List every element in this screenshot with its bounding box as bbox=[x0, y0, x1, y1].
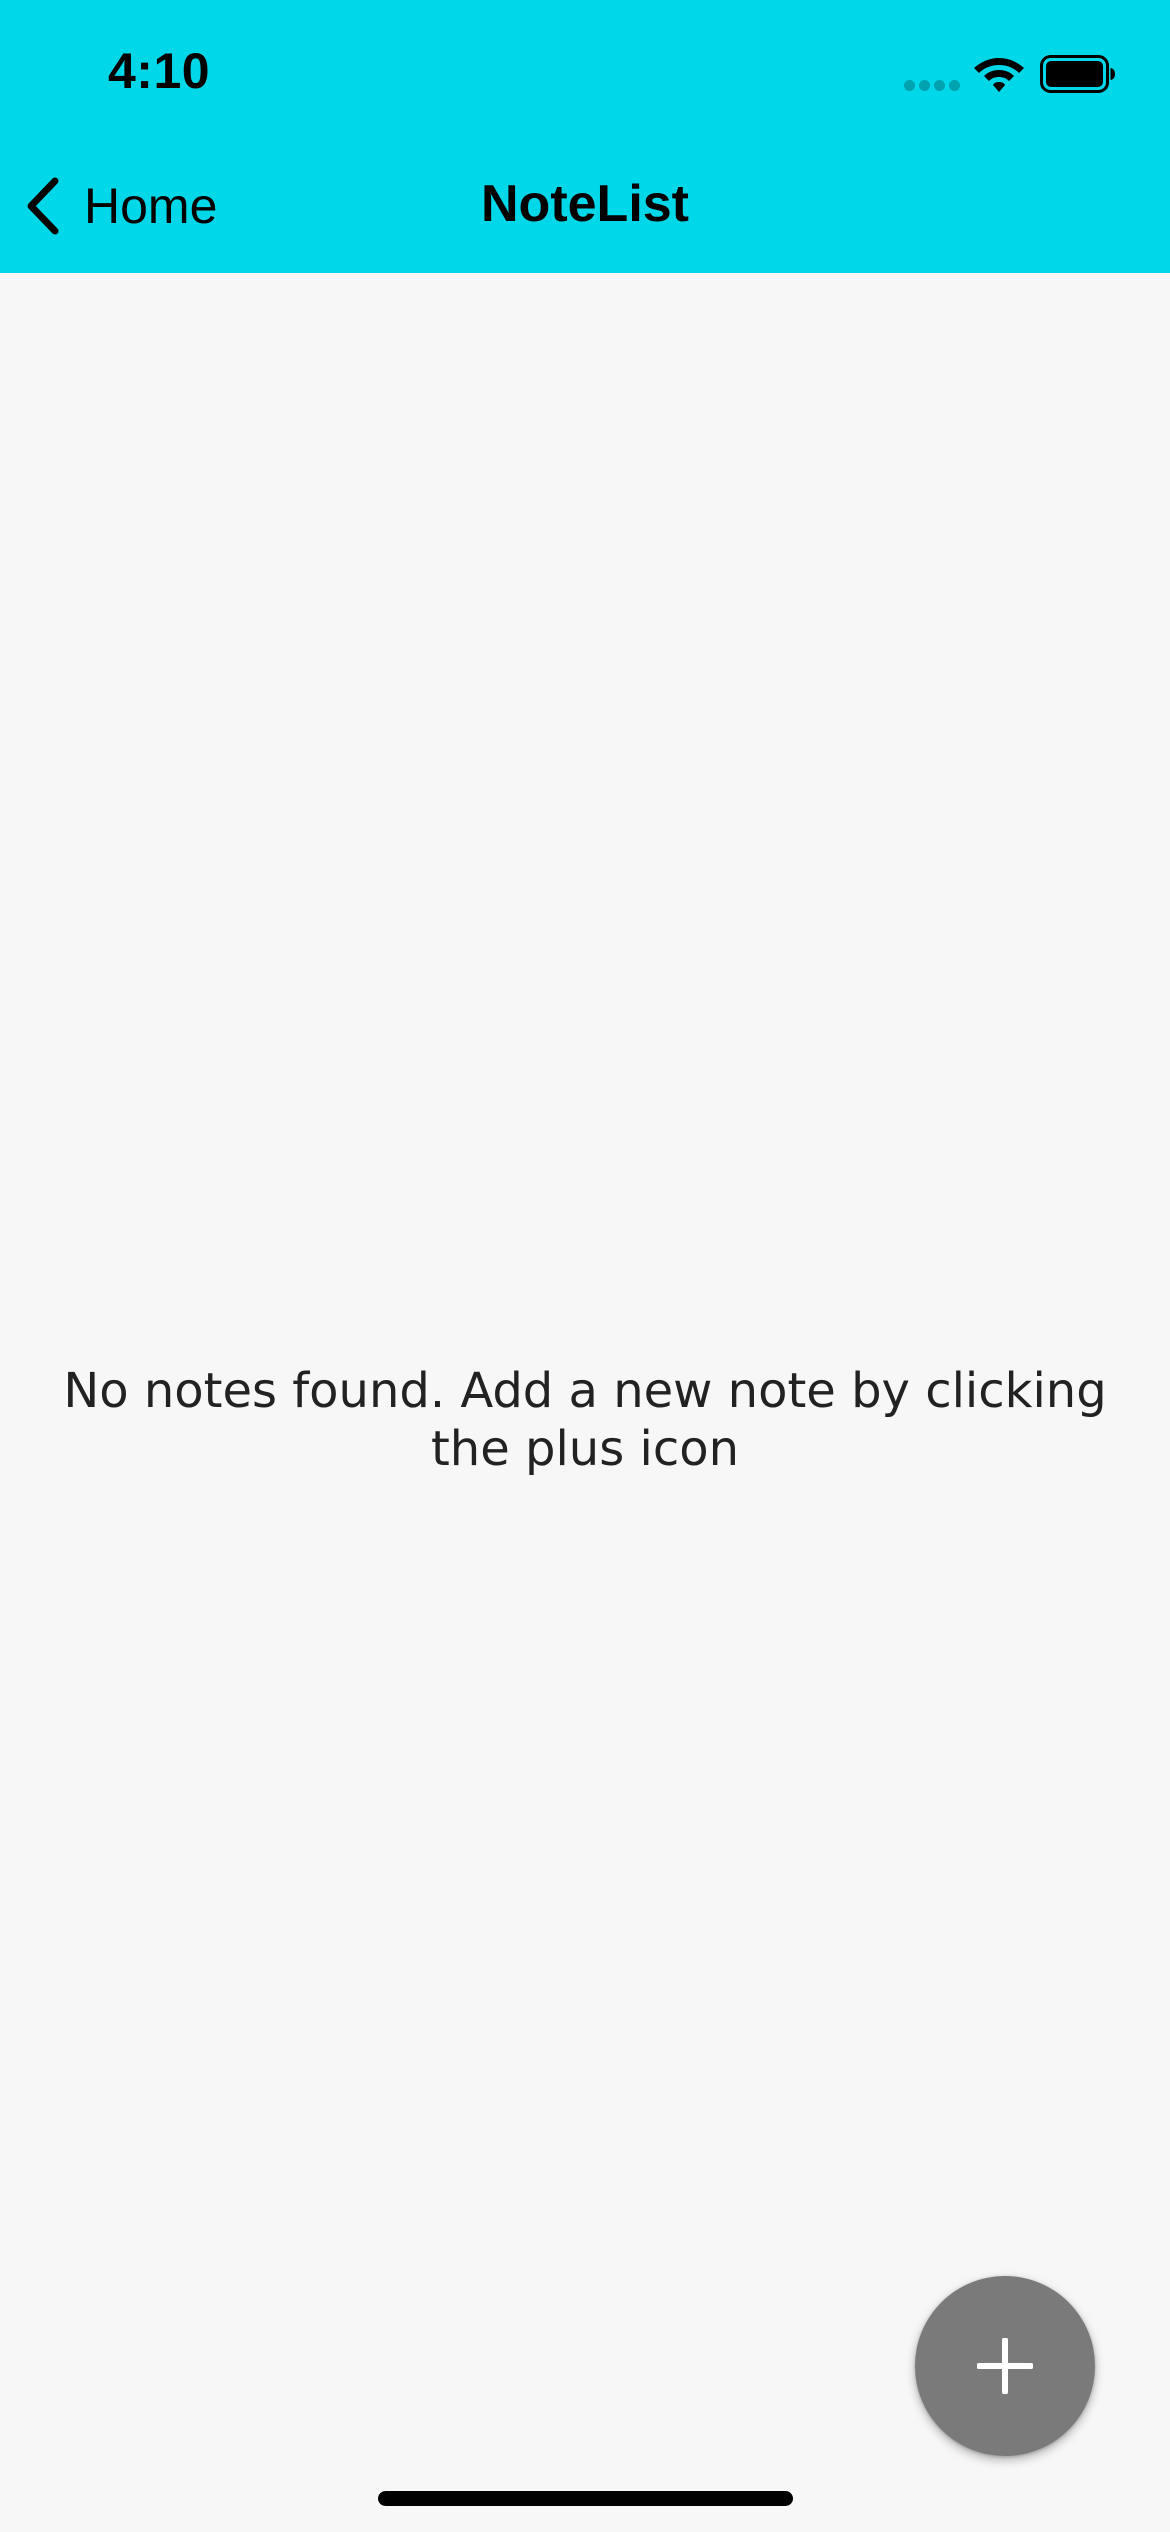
cellular-signal-icon bbox=[904, 80, 960, 92]
empty-state-message: No notes found. Add a new note by clicki… bbox=[63, 1363, 1107, 1477]
wifi-icon bbox=[974, 58, 1024, 92]
add-note-button[interactable] bbox=[915, 2276, 1095, 2456]
app-header: 4:10 Home NoteList bbox=[0, 0, 1170, 273]
home-indicator[interactable] bbox=[378, 2491, 793, 2506]
plus-icon bbox=[977, 2338, 1033, 2394]
status-bar-time: 4:10 bbox=[108, 43, 211, 99]
battery-icon bbox=[1040, 55, 1115, 93]
page-title: NoteList bbox=[481, 175, 689, 233]
